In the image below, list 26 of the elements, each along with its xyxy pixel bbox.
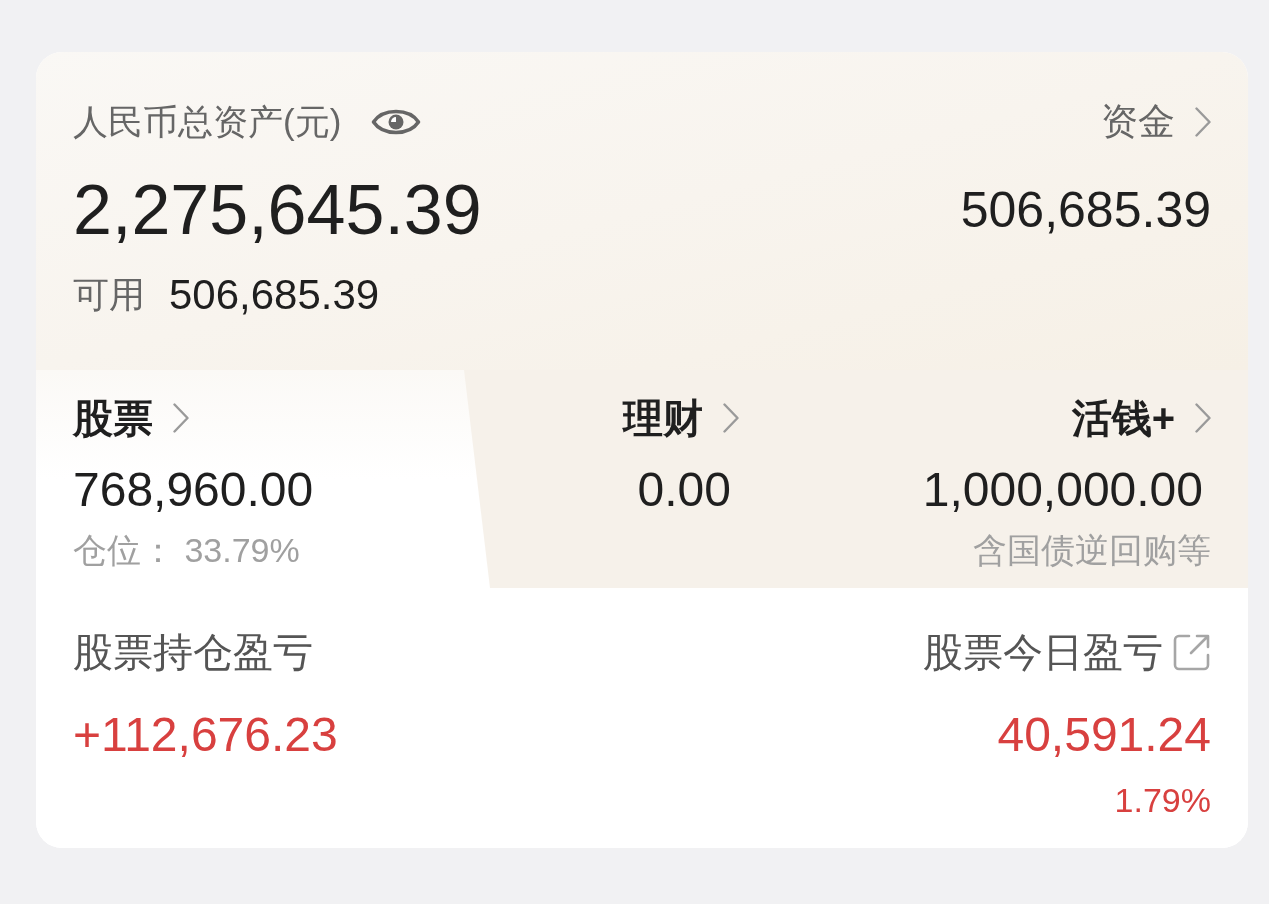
tab-amount: 768,960.00 xyxy=(73,462,314,518)
chevron-right-icon xyxy=(1195,403,1211,433)
funds-link[interactable]: 资金 xyxy=(1101,98,1211,146)
total-assets-amount: 2,275,645.39 xyxy=(73,170,482,250)
chevron-right-icon xyxy=(723,403,739,433)
holding-pnl-amount: +112,676.23 xyxy=(73,707,338,763)
today-pnl-percent: 1.79% xyxy=(1114,780,1211,820)
today-pnl-amount: 40,591.24 xyxy=(997,707,1211,763)
tab-title: 理财 xyxy=(623,395,703,442)
tab-note: 仓位： 33.79% xyxy=(73,530,300,570)
chevron-right-icon xyxy=(173,403,189,433)
chevron-right-icon xyxy=(1195,107,1211,137)
funds-amount: 506,685.39 xyxy=(960,181,1211,240)
today-pnl-label: 股票今日盈亏 xyxy=(923,629,1163,676)
holding-pnl-label: 股票持仓盈亏 xyxy=(73,629,313,676)
total-assets-label: 人民币总资产(元) xyxy=(73,101,342,143)
tab-title: 活钱+ xyxy=(1071,395,1175,442)
tab-title: 股票 xyxy=(73,395,153,442)
tab-note: 含国债逆回购等 xyxy=(973,530,1211,570)
available-label: 可用 xyxy=(73,273,145,317)
asset-tab[interactable]: 理财 0.00 xyxy=(490,370,776,588)
asset-tab[interactable]: 股票 768,960.00 仓位： 33.79% xyxy=(36,370,490,588)
tab-amount: 1,000,000.00 xyxy=(922,462,1203,518)
tab-amount: 0.00 xyxy=(637,462,731,518)
available-amount: 506,685.39 xyxy=(169,270,380,320)
asset-tab[interactable]: 活钱+ 1,000,000.00 含国债逆回购等 xyxy=(776,370,1248,588)
